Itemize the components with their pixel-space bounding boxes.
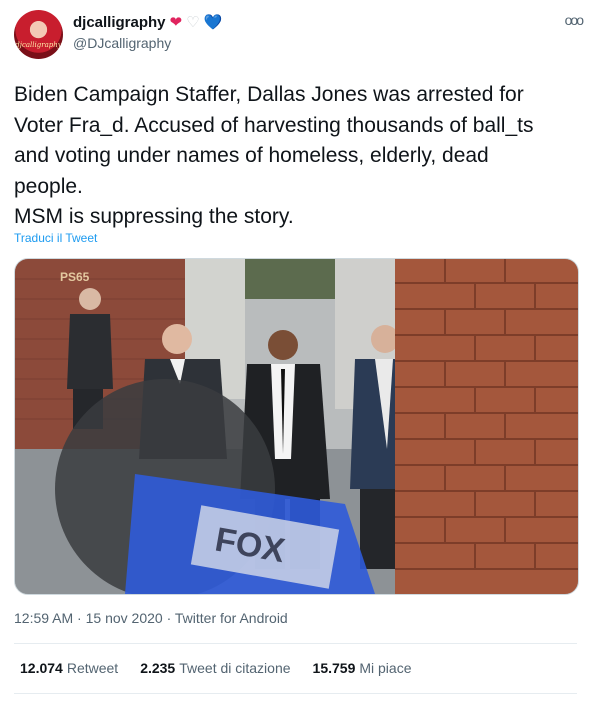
more-options-icon[interactable]: ooo bbox=[565, 12, 584, 28]
tweet-header: djcalligraphy djcalligraphy ❤ ♡ 💙 @DJcal… bbox=[14, 10, 584, 60]
tweet-line: people. bbox=[14, 174, 83, 198]
tweet-date[interactable]: 15 nov 2020 bbox=[86, 610, 163, 626]
tweet-line: Biden Campaign Staffer, Dallas Jones was… bbox=[14, 83, 524, 106]
likes-stat[interactable]: 15.759 Mi piace bbox=[313, 660, 412, 676]
avatar-label: djcalligraphy bbox=[15, 41, 62, 49]
tweet-source[interactable]: Twitter for Android bbox=[175, 610, 288, 626]
meta-separator: · bbox=[162, 610, 175, 626]
tweet-line: MSM is suppressing the story. bbox=[14, 205, 294, 228]
tweet-photo[interactable]: PS65 FOX bbox=[14, 258, 579, 595]
name-row: djcalligraphy ❤ ♡ 💙 bbox=[73, 14, 222, 31]
blue-heart-icon: 💙 bbox=[203, 14, 223, 31]
tweet-time[interactable]: 12:59 AM bbox=[14, 610, 73, 626]
user-handle[interactable]: @DJcalligraphy bbox=[73, 35, 171, 51]
red-heart-icon: ❤ bbox=[169, 14, 183, 31]
quotes-count: 2.235 bbox=[140, 660, 176, 676]
divider-bottom bbox=[14, 693, 577, 694]
display-name[interactable]: djcalligraphy bbox=[73, 14, 166, 31]
quote-tweets-stat[interactable]: 2.235 Tweet di citazione bbox=[140, 660, 290, 676]
retweets-stat[interactable]: 12.074 Retweet bbox=[20, 660, 118, 676]
tweet-text: Biden Campaign Staffer, Dallas Jones was… bbox=[14, 80, 574, 233]
avatar[interactable]: djcalligraphy bbox=[14, 10, 63, 59]
tweet-meta: 12:59 AM · 15 nov 2020 · Twitter for And… bbox=[14, 610, 288, 626]
quotes-label: Tweet di citazione bbox=[179, 660, 291, 676]
divider-top bbox=[14, 643, 577, 644]
meta-separator: · bbox=[73, 610, 86, 626]
building-sign: PS65 bbox=[60, 270, 90, 284]
likes-count: 15.759 bbox=[312, 660, 356, 676]
tree-foliage bbox=[245, 259, 335, 299]
tweet-line: Voter Fra_d. Accused of harvesting thous… bbox=[14, 113, 534, 137]
white-heart-icon: ♡ bbox=[186, 14, 200, 31]
tweet-stats: 12.074 Retweet 2.235 Tweet di citazione 15… bbox=[20, 660, 412, 676]
retweets-count: 12.074 bbox=[20, 660, 63, 676]
tweet-line: and voting under names of homeless, elde… bbox=[14, 144, 489, 167]
likes-label: Mi piace bbox=[359, 660, 412, 676]
photo-scene: PS65 FOX bbox=[15, 259, 578, 594]
retweets-label: Retweet bbox=[66, 660, 119, 676]
translate-tweet-link[interactable]: Traduci il Tweet bbox=[14, 231, 97, 245]
